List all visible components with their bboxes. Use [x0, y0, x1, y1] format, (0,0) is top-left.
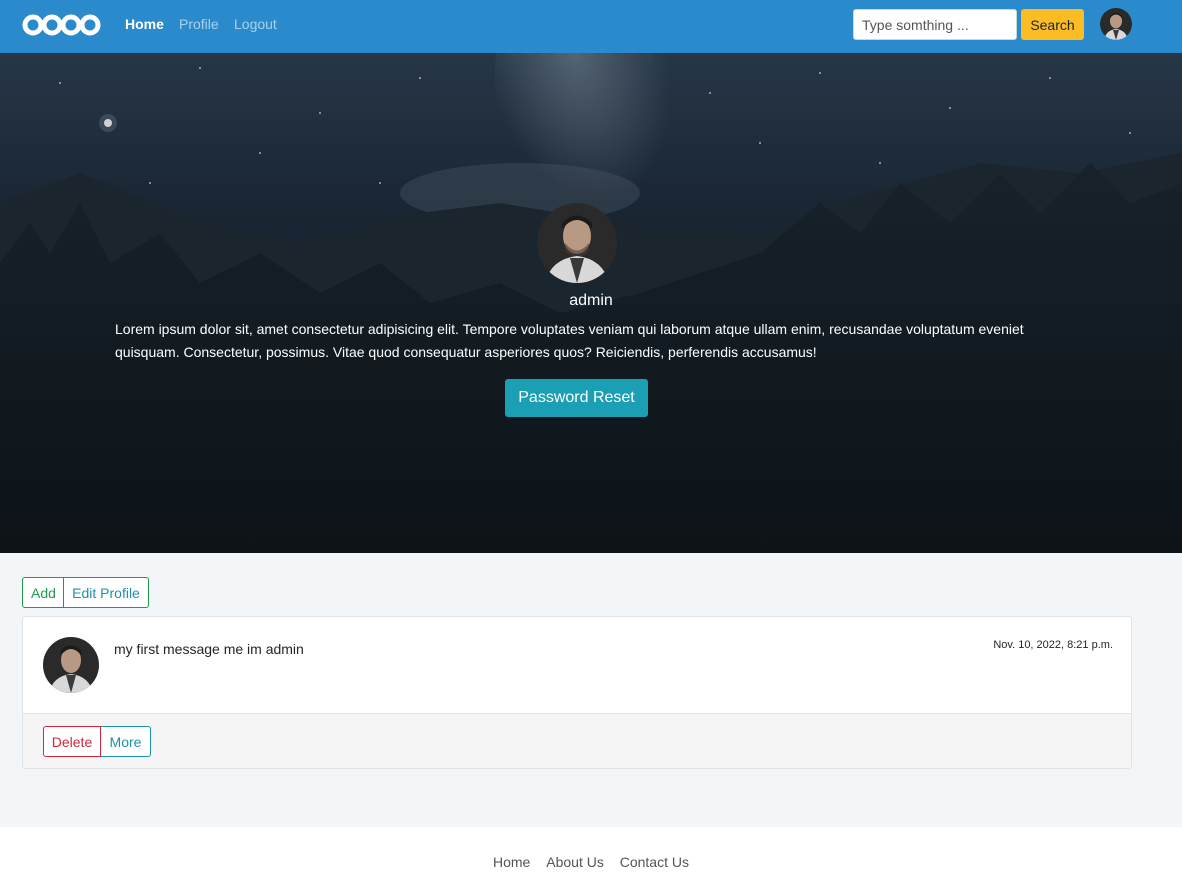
profile-hero: admin Lorem ipsum dolor sit, amet consec…	[0, 53, 1182, 553]
footer-link-about[interactable]: About Us	[546, 854, 604, 870]
message-body: my first message me im admin Nov. 10, 20…	[23, 617, 1131, 713]
oooo-logo-icon[interactable]	[22, 12, 102, 38]
message-footer: Delete More	[23, 713, 1131, 768]
edit-profile-button[interactable]: Edit Profile	[64, 577, 149, 608]
page-footer: Home About Us Contact Us	[0, 827, 1182, 891]
more-button[interactable]: More	[101, 726, 151, 757]
message-timestamp: Nov. 10, 2022, 8:21 p.m.	[993, 639, 1113, 651]
profile-name: admin	[569, 292, 613, 309]
profile-actions: Add Edit Profile	[22, 577, 149, 608]
message-text: my first message me im admin	[114, 641, 304, 657]
user-avatar[interactable]	[1100, 8, 1132, 40]
search-button[interactable]: Search	[1021, 9, 1084, 40]
navbar: Home Profile Logout Search	[0, 0, 1182, 53]
profile-avatar	[537, 203, 617, 283]
password-reset-button[interactable]: Password Reset	[505, 379, 648, 417]
nav-link-home[interactable]: Home	[125, 16, 164, 32]
search-input[interactable]	[853, 9, 1017, 40]
profile-bio: Lorem ipsum dolor sit, amet consectetur …	[115, 321, 1024, 360]
message-card: my first message me im admin Nov. 10, 20…	[22, 616, 1132, 769]
footer-link-home[interactable]: Home	[493, 854, 530, 870]
message-avatar	[43, 637, 99, 693]
footer-links: Home About Us Contact Us	[0, 854, 1182, 870]
nav-link-logout[interactable]: Logout	[234, 16, 277, 32]
nav-link-profile[interactable]: Profile	[179, 16, 219, 32]
add-button[interactable]: Add	[22, 577, 64, 608]
footer-link-contact[interactable]: Contact Us	[620, 854, 689, 870]
delete-button[interactable]: Delete	[43, 726, 101, 757]
